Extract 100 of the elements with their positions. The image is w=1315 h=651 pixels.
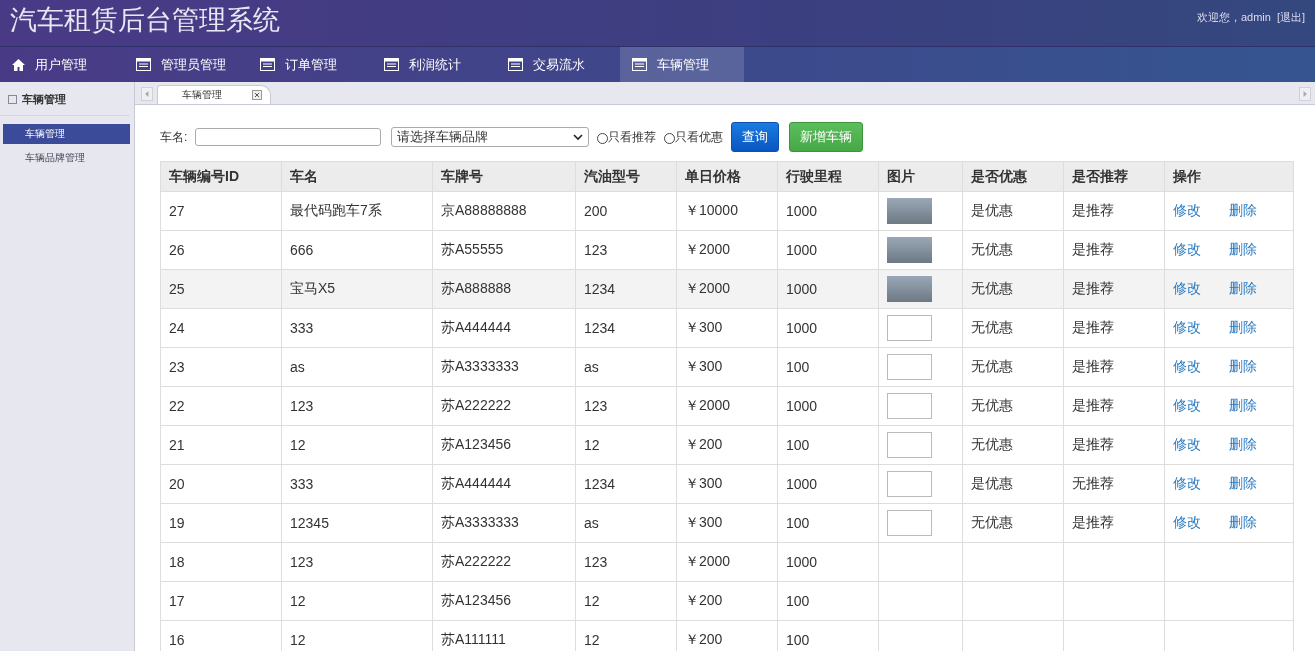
nav-tab[interactable]: 管理员管理 [124, 47, 248, 82]
close-icon[interactable] [252, 90, 262, 100]
table-cell: 是推荐 [1072, 397, 1114, 413]
table-cell: ￥200 [685, 436, 723, 452]
column-header: 车牌号 [432, 161, 576, 192]
scroll-left-icon[interactable] [141, 87, 153, 101]
action-link[interactable]: 删除 [1229, 319, 1257, 335]
action-link[interactable]: 删除 [1229, 514, 1257, 530]
car-photo-placeholder [887, 276, 932, 302]
action-link[interactable]: 删除 [1229, 358, 1257, 374]
table-cell: 无优惠 [971, 319, 1013, 335]
table-cell: ￥300 [685, 319, 723, 335]
table-cell: ￥300 [685, 358, 723, 374]
table-cell: ￥2000 [685, 397, 731, 413]
nav-tab[interactable]: 车辆管理 [620, 47, 744, 82]
action-button[interactable]: 新增车辆 [789, 122, 864, 152]
column-header: 车名 [281, 161, 433, 192]
table-cell: 是优惠 [971, 475, 1013, 491]
name-input-field[interactable] [195, 128, 382, 146]
table-cell: 1234 [584, 476, 616, 492]
table-cell: 苏A444444 [441, 475, 512, 491]
action-button[interactable]: 查询 [731, 122, 780, 152]
table-cell: 1000 [786, 554, 818, 570]
nav-tab[interactable]: 订单管理 [248, 47, 372, 82]
action-link[interactable]: 修改 [1173, 397, 1201, 413]
radio-option[interactable]: 只看优惠 [664, 128, 724, 146]
action-link[interactable]: 删除 [1229, 475, 1257, 491]
radio-option[interactable]: 只看推荐 [597, 128, 657, 146]
action-link[interactable]: 修改 [1173, 202, 1201, 218]
table-cell: 100 [786, 515, 810, 531]
page-tab[interactable]: 车辆管理 [157, 85, 271, 104]
nav-tab[interactable]: 用户管理 [0, 47, 124, 82]
table-cell: as [290, 359, 305, 375]
table-cell: 666 [290, 242, 314, 258]
action-link[interactable]: 修改 [1173, 475, 1201, 491]
table-cell: 27 [169, 203, 185, 219]
table-cell: 苏A444444 [441, 319, 512, 335]
table-cell: 12 [584, 593, 600, 609]
table-cell: 200 [584, 203, 608, 219]
table-cell: 是推荐 [1072, 514, 1114, 530]
broken-image-icon [887, 393, 932, 419]
action-link[interactable]: 删除 [1229, 202, 1257, 218]
table-cell: 无优惠 [971, 358, 1013, 374]
table-cell: 是推荐 [1072, 358, 1114, 374]
table-cell: 22 [169, 398, 185, 414]
table-cell: 是推荐 [1072, 319, 1114, 335]
table-cell: 是推荐 [1072, 280, 1114, 296]
car-photo-placeholder [887, 237, 932, 263]
table-cell: 苏A123456 [441, 592, 512, 608]
sidebar-item[interactable]: 车辆品牌管理 [3, 148, 130, 168]
table-cell: 123 [290, 398, 314, 414]
table-cell: 24 [169, 320, 185, 336]
brand-dropdown[interactable]: 请选择车辆品牌 [391, 127, 590, 147]
table-cell: 无优惠 [971, 280, 1013, 296]
action-link[interactable]: 修改 [1173, 436, 1201, 452]
scroll-right-icon[interactable] [1299, 87, 1311, 101]
table-cell: 无优惠 [971, 241, 1013, 257]
action-link[interactable]: 修改 [1173, 241, 1201, 257]
table-cell: ￥300 [685, 475, 723, 491]
table-cell: ￥10000 [685, 202, 738, 218]
table-cell: 1000 [786, 398, 818, 414]
table-cell: 苏A3333333 [441, 514, 519, 530]
action-link[interactable]: 删除 [1229, 436, 1257, 452]
action-link[interactable]: 修改 [1173, 358, 1201, 374]
action-link[interactable]: 修改 [1173, 514, 1201, 530]
action-link[interactable]: 修改 [1173, 280, 1201, 296]
app-title: 汽车租赁后台管理系统 [9, 4, 280, 37]
action-link[interactable]: 删除 [1229, 280, 1257, 296]
table-cell: 1000 [786, 281, 818, 297]
table-cell: ￥200 [685, 631, 723, 647]
action-link[interactable]: 删除 [1229, 241, 1257, 257]
sidebar-group-header[interactable]: 车辆管理 [0, 88, 130, 116]
table-cell: 苏A55555 [441, 241, 504, 257]
table-cell: 1000 [786, 242, 818, 258]
table-cell: 是推荐 [1072, 241, 1114, 257]
table-cell: 苏A222222 [441, 397, 512, 413]
action-link[interactable]: 删除 [1229, 397, 1257, 413]
welcome-text: 欢迎您，admin [1196, 10, 1271, 25]
table-cell: 21 [169, 437, 185, 453]
action-link[interactable]: 修改 [1173, 319, 1201, 335]
table-cell: 12 [290, 437, 306, 453]
table-cell: as [584, 515, 599, 531]
table-cell: 1000 [786, 320, 818, 336]
logout-link[interactable]: [退出] [1276, 10, 1305, 25]
table-cell: 最代码跑车7系 [290, 202, 382, 218]
table-cell: 12 [584, 437, 600, 453]
table-cell: 123 [290, 554, 314, 570]
table-cell: 123 [584, 242, 608, 258]
table-cell: 无优惠 [971, 397, 1013, 413]
table-cell: 宝马X5 [290, 280, 336, 296]
nav-tab[interactable]: 交易流水 [496, 47, 620, 82]
broken-image-icon [887, 315, 932, 341]
table-cell: ￥2000 [685, 553, 731, 569]
table-cell: 无优惠 [971, 514, 1013, 530]
table-cell: 12 [584, 632, 600, 648]
column-header: 车辆编号ID [160, 161, 282, 192]
table-cell: ￥300 [685, 514, 723, 530]
nav-tab[interactable]: 利润统计 [372, 47, 496, 82]
table-cell: 京A88888888 [441, 202, 527, 218]
sidebar-item[interactable]: 车辆管理 [3, 124, 130, 144]
